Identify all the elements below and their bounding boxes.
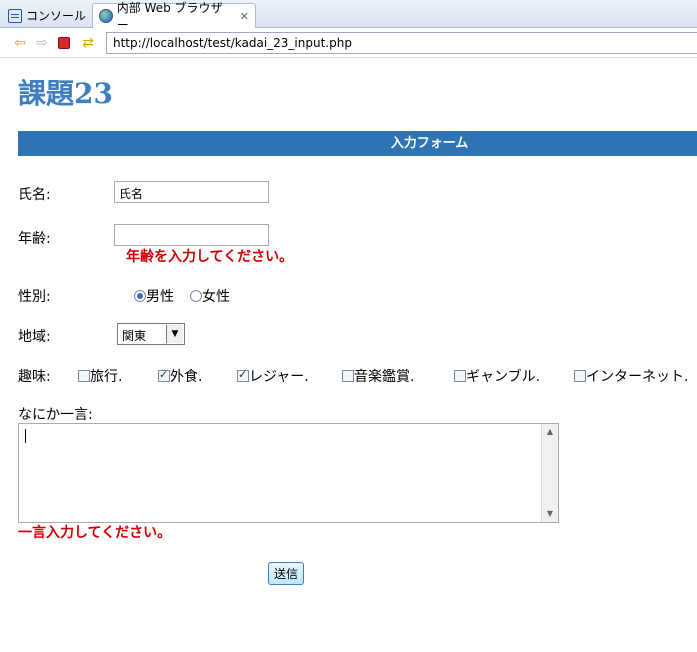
comment-textarea[interactable]: ▲ ▼ — [18, 423, 559, 523]
refresh-icon[interactable]: ⇄ — [80, 35, 96, 51]
gender-option-female[interactable]: 女性 — [190, 286, 230, 306]
hobby-label: 趣味: — [18, 369, 51, 385]
internet-label: インターネット. — [586, 369, 689, 385]
dining-checkbox[interactable] — [158, 368, 170, 382]
back-arrow-icon[interactable]: ⇦ — [12, 35, 28, 51]
gender-label: 性別: — [18, 289, 51, 305]
age-error-message: 年齢を入力してください。 — [126, 249, 294, 265]
internet-checkbox[interactable] — [574, 370, 586, 382]
gambling-checkbox[interactable] — [454, 370, 466, 382]
region-selected-value: 関東 — [122, 329, 147, 343]
comment-label: なにか一言: — [18, 407, 93, 423]
form-header: 入力フォーム — [18, 131, 697, 156]
music-checkbox[interactable] — [342, 370, 354, 382]
age-label: 年齢: — [18, 231, 51, 247]
hobby-item-leisure[interactable]: レジャー. — [237, 366, 309, 386]
tab-console[interactable]: コンソール — [2, 3, 92, 28]
browser-toolbar: ⇦ ⇨ ⇄ http://localhost/test/kadai_23_inp… — [0, 28, 697, 58]
console-icon — [8, 8, 22, 23]
travel-label: 旅行. — [90, 369, 123, 385]
leisure-label: レジャー. — [249, 369, 309, 385]
globe-icon — [99, 9, 113, 23]
scroll-down-icon[interactable]: ▼ — [542, 506, 558, 522]
name-label: 氏名: — [18, 187, 51, 203]
address-bar[interactable]: http://localhost/test/kadai_23_input.php — [106, 32, 697, 54]
female-radio[interactable] — [190, 290, 202, 302]
travel-checkbox[interactable] — [78, 370, 90, 382]
name-input[interactable]: 氏名 — [114, 181, 269, 203]
age-input[interactable] — [114, 224, 269, 246]
stop-icon[interactable] — [58, 37, 70, 49]
comment-scrollbar[interactable]: ▲ ▼ — [541, 424, 558, 522]
gambling-label: ギャンブル. — [466, 369, 541, 385]
comment-error-message: 一言入力してください。 — [18, 525, 172, 541]
forward-arrow-icon[interactable]: ⇨ — [34, 35, 50, 51]
submit-button[interactable]: 送信 — [268, 562, 304, 585]
tab-console-label: コンソール — [26, 9, 87, 23]
hobby-item-travel[interactable]: 旅行. — [78, 366, 122, 386]
hobby-item-music[interactable]: 音楽鑑賞. — [342, 366, 414, 386]
leisure-checkbox[interactable] — [237, 368, 249, 382]
close-tab-icon[interactable]: ✕ — [240, 10, 249, 23]
page-title: 課題23 — [18, 77, 113, 110]
female-label: 女性 — [202, 289, 230, 305]
tab-web-browser[interactable]: 内部 Web ブラウザー ✕ — [92, 1, 256, 32]
gender-option-male[interactable]: 男性 — [134, 286, 174, 306]
male-radio[interactable] — [134, 290, 146, 302]
hobby-item-gambling[interactable]: ギャンブル. — [454, 366, 540, 386]
region-label: 地域: — [18, 329, 51, 345]
music-label: 音楽鑑賞. — [354, 369, 415, 385]
text-caret — [25, 429, 26, 443]
scroll-up-icon[interactable]: ▲ — [542, 424, 558, 440]
male-label: 男性 — [146, 289, 174, 305]
hobby-item-internet[interactable]: インターネット. — [574, 366, 688, 386]
chevron-down-icon[interactable]: ▼ — [166, 325, 183, 343]
dining-label: 外食. — [170, 369, 203, 385]
hobby-item-dining[interactable]: 外食. — [158, 366, 202, 386]
tab-bar: コンソール 内部 Web ブラウザー ✕ — [0, 0, 697, 32]
region-select[interactable]: 関東 ▼ — [117, 323, 185, 345]
